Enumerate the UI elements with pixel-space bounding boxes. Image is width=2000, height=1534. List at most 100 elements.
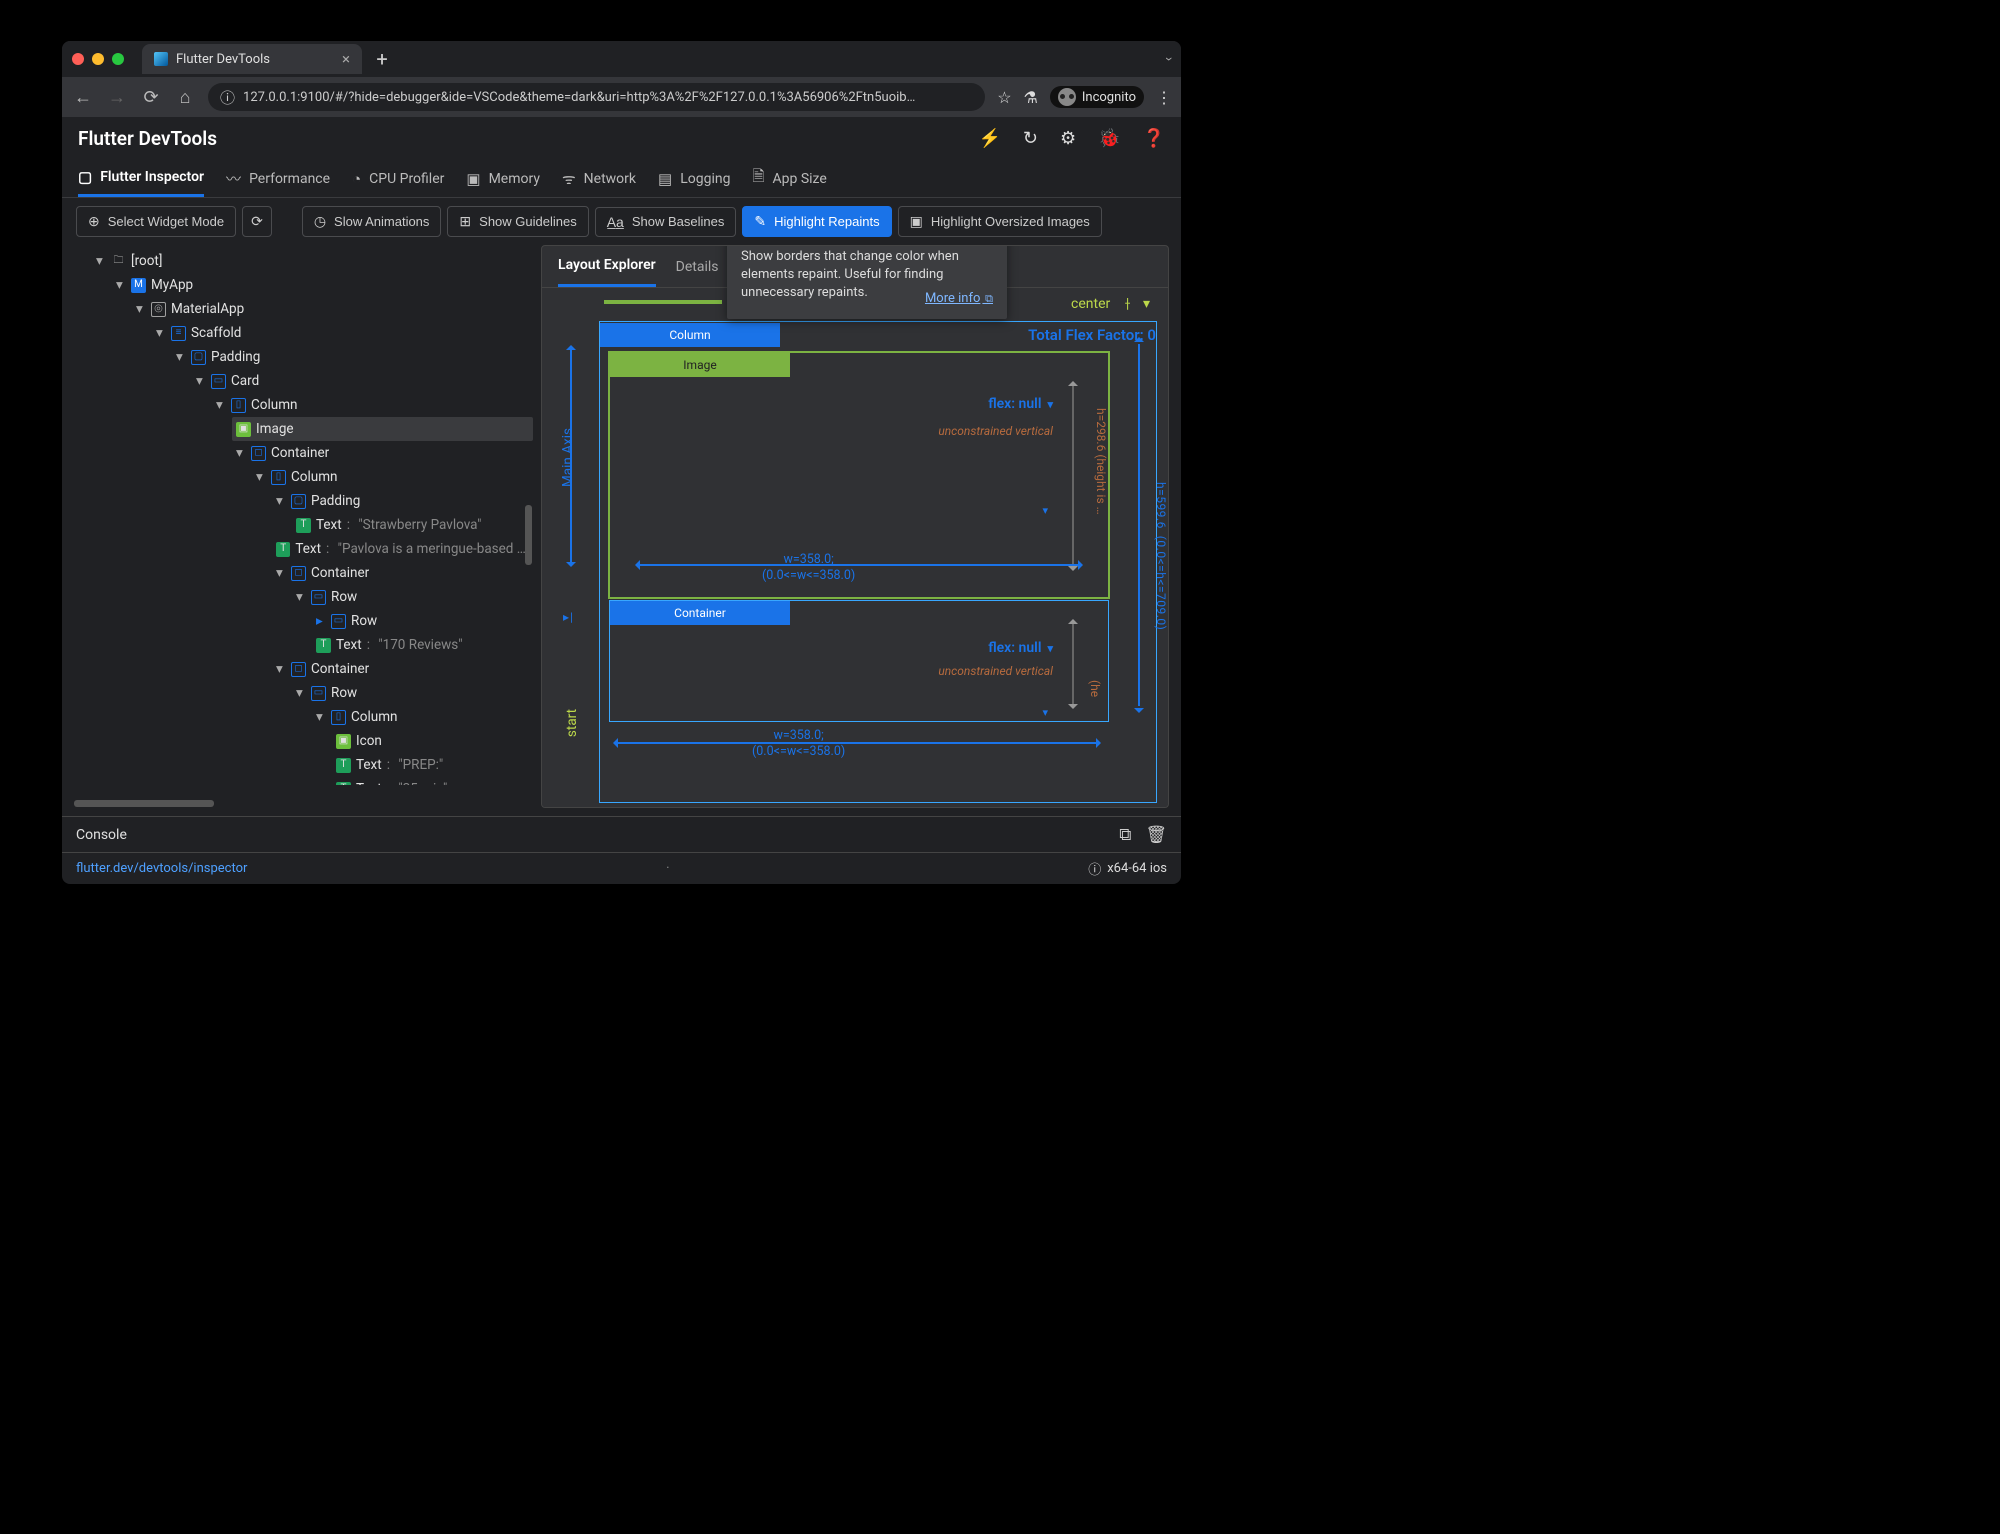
tab-network[interactable]: ᯤ Network: [562, 160, 636, 197]
browser-tab[interactable]: Flutter DevTools ×: [142, 44, 362, 74]
bug-icon[interactable]: 🐞: [1098, 128, 1120, 149]
tree-node-card[interactable]: ▭Card: [192, 369, 533, 393]
new-tab-button[interactable]: +: [370, 47, 394, 71]
flex-dropdown[interactable]: flex: null▾: [988, 640, 1053, 656]
home-button[interactable]: ⌂: [174, 87, 196, 108]
layout-container-label[interactable]: Container: [610, 601, 790, 625]
url-text: 127.0.0.1:9100/#/?hide=debugger&ide=VSCo…: [243, 90, 915, 105]
browser-menu-button[interactable]: ⋮: [1156, 88, 1171, 107]
m-icon: M: [131, 278, 146, 293]
tree-node-root[interactable]: 🗀[root]: [92, 249, 533, 273]
alignment-label: center: [1071, 296, 1110, 312]
tree-node-text[interactable]: TText: "PREP:": [332, 753, 533, 777]
phone-icon: ▢: [78, 168, 92, 186]
layout-column-label[interactable]: Column: [600, 323, 780, 347]
tree-node-image[interactable]: ▣Image: [232, 417, 533, 441]
tabs-menu-icon[interactable]: ›: [1161, 57, 1177, 61]
cross-axis-alignment-row: center ·|· ▾: [1071, 296, 1150, 312]
tree-node-text[interactable]: TText: "170 Reviews": [312, 633, 533, 657]
tree-node-padding[interactable]: ▢Padding: [272, 489, 533, 513]
tab-logging[interactable]: ▤ Logging: [658, 160, 730, 197]
tree-node-text[interactable]: TText: "Pavlova is a meringue-based …": [272, 537, 533, 561]
bookmark-star-icon[interactable]: ☆: [997, 88, 1011, 107]
header-actions: ⚡ ↻ ⚙ 🐞 ❓: [979, 128, 1166, 149]
browser-tab-title: Flutter DevTools: [176, 52, 270, 67]
select-widget-mode-button[interactable]: ⊕ Select Widget Mode: [76, 206, 236, 237]
site-info-icon[interactable]: ⓘ: [220, 87, 235, 108]
tab-label: Performance: [249, 171, 330, 187]
refresh-tree-button[interactable]: ⟳: [242, 206, 272, 237]
tree-node-myapp[interactable]: MMyApp: [112, 273, 533, 297]
column-icon: ▯: [331, 710, 346, 725]
refresh-icon: ⟳: [251, 213, 263, 230]
docs-link[interactable]: flutter.dev/devtools/inspector: [76, 861, 247, 876]
back-button[interactable]: ←: [72, 87, 94, 108]
alignment-icon: ·|·: [1124, 296, 1129, 312]
tree-node-column[interactable]: ▯Column: [212, 393, 533, 417]
widget-tree[interactable]: 🗀[root] MMyApp ◎MaterialApp ≡Scaffold ▢P…: [62, 245, 533, 785]
height-arrow: [1066, 614, 1080, 714]
show-baselines-button[interactable]: A̲a̲ Show Baselines: [595, 207, 737, 237]
tree-node-padding[interactable]: ▢Padding: [172, 345, 533, 369]
show-guidelines-button[interactable]: ⊞ Show Guidelines: [447, 206, 588, 237]
constraint-warning: unconstrained vertical: [938, 424, 1053, 438]
vertical-scrollbar[interactable]: [525, 505, 532, 565]
tab-details-tree[interactable]: Details: [676, 246, 719, 287]
row-icon: ▭: [311, 590, 326, 605]
tree-node-icon[interactable]: ▣Icon: [332, 729, 533, 753]
dropdown-icon[interactable]: ▾: [1042, 706, 1048, 719]
copy-icon[interactable]: ⧉: [1119, 825, 1131, 845]
help-icon[interactable]: ❓: [1143, 128, 1165, 149]
tree-node-container[interactable]: ◻Container: [272, 561, 533, 585]
slow-animations-button[interactable]: ◷ Slow Animations: [302, 206, 442, 237]
horizontal-scrollbar[interactable]: [74, 800, 214, 807]
tab-app-size[interactable]: 🗎 App Size: [752, 160, 826, 197]
incognito-indicator[interactable]: Incognito: [1050, 86, 1144, 108]
tree-node-text[interactable]: TText: "25 min": [332, 777, 533, 785]
close-window-button[interactable]: [72, 53, 84, 65]
button-label: Slow Animations: [334, 214, 429, 229]
history-icon[interactable]: ↻: [1023, 128, 1038, 149]
width-arrow: [608, 736, 1106, 750]
reload-button[interactable]: ⟳: [140, 87, 162, 108]
url-input[interactable]: ⓘ 127.0.0.1:9100/#/?hide=debugger&ide=VS…: [208, 83, 985, 111]
tab-memory[interactable]: ▣ Memory: [466, 160, 540, 197]
tree-node-text[interactable]: TText: "Strawberry Pavlova": [292, 513, 533, 537]
tree-node-materialapp[interactable]: ◎MaterialApp: [132, 297, 533, 321]
main-axis-control-icon[interactable]: ▸|: [563, 610, 574, 624]
clear-icon[interactable]: 🗑: [1145, 825, 1167, 845]
tree-node-row[interactable]: ▭Row: [292, 585, 533, 609]
minimize-window-button[interactable]: [92, 53, 104, 65]
highlight-oversized-button[interactable]: ▣ Highlight Oversized Images: [898, 206, 1102, 237]
text-icon: T: [336, 758, 351, 773]
split-panes: 🗀[root] MMyApp ◎MaterialApp ≡Scaffold ▢P…: [62, 245, 1181, 816]
labs-icon[interactable]: ⚗: [1024, 88, 1038, 107]
tree-node-column[interactable]: ▯Column: [252, 465, 533, 489]
tree-node-scaffold[interactable]: ≡Scaffold: [152, 321, 533, 345]
button-label: Highlight Repaints: [774, 214, 880, 229]
browser-window: Flutter DevTools × + › ← → ⟳ ⌂ ⓘ 127.0.0…: [62, 41, 1181, 884]
tab-layout-explorer[interactable]: Layout Explorer: [558, 246, 656, 287]
bolt-icon[interactable]: ⚡: [979, 128, 1001, 149]
tab-flutter-inspector[interactable]: ▢ Flutter Inspector: [78, 160, 204, 197]
dropdown-icon[interactable]: ▾: [1042, 504, 1048, 517]
layout-image-label[interactable]: Image: [610, 353, 790, 377]
close-tab-icon[interactable]: ×: [342, 50, 350, 68]
tree-node-container[interactable]: ◻Container: [232, 441, 533, 465]
settings-gear-icon[interactable]: ⚙: [1060, 128, 1076, 149]
more-info-link[interactable]: More info ⧉: [925, 290, 993, 308]
forward-button[interactable]: →: [106, 87, 128, 108]
tree-node-row[interactable]: ▭Row: [292, 681, 533, 705]
flex-dropdown[interactable]: flex: null▾: [988, 396, 1053, 412]
tree-node-column[interactable]: ▯Column: [312, 705, 533, 729]
footer-status: ·: [247, 861, 1088, 876]
highlight-repaints-button[interactable]: ✎ Highlight Repaints: [742, 206, 891, 237]
width-label: w=358.0; (0.0<=w<=358.0): [752, 728, 845, 759]
tab-performance[interactable]: 〰 Performance: [226, 160, 330, 197]
external-link-icon: ⧉: [982, 292, 993, 305]
maximize-window-button[interactable]: [112, 53, 124, 65]
tree-node-row[interactable]: ▸▭Row: [312, 609, 533, 633]
tree-node-container[interactable]: ◻Container: [272, 657, 533, 681]
tab-cpu-profiler[interactable]: ◔ CPU Profiler: [352, 160, 444, 197]
alignment-dropdown-icon[interactable]: ▾: [1143, 296, 1150, 312]
